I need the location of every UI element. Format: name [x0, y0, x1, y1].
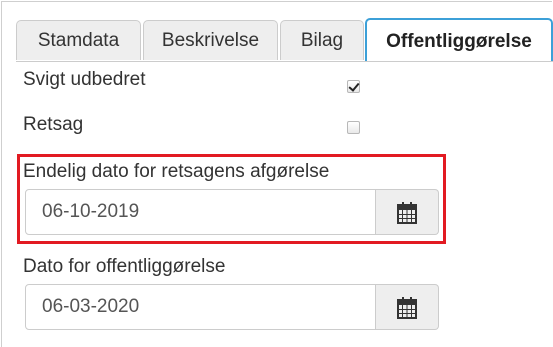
tab-bilag[interactable]: Bilag [280, 20, 364, 60]
calendar-icon [397, 202, 417, 224]
dato-offentliggoerelse-input[interactable]: 06-03-2020 [25, 284, 376, 330]
calendar-icon [397, 297, 417, 319]
dato-offentliggoerelse-calendar-button[interactable] [376, 284, 439, 330]
tab-beskrivelse[interactable]: Beskrivelse [143, 20, 278, 60]
retsag-checkbox[interactable] [347, 121, 360, 134]
endelig-dato-input[interactable]: 06-10-2019 [25, 189, 376, 235]
tab-offentliggoerelse[interactable]: Offentliggørelse [365, 18, 553, 62]
tab-stamdata[interactable]: Stamdata [16, 20, 141, 60]
retsag-label: Retsag [23, 114, 84, 135]
svigt-udbedret-label: Svigt udbedret [23, 69, 146, 90]
endelig-dato-calendar-button[interactable] [376, 189, 439, 235]
tab-divider [16, 61, 553, 62]
dato-offentliggoerelse-label: Dato for offentliggørelse [23, 256, 226, 277]
endelig-dato-label: Endelig dato for retsagens afgørelse [23, 161, 330, 182]
tab-bar: Stamdata Beskrivelse Bilag Offentliggøre… [16, 18, 553, 62]
svigt-udbedret-checkbox[interactable] [347, 80, 360, 93]
